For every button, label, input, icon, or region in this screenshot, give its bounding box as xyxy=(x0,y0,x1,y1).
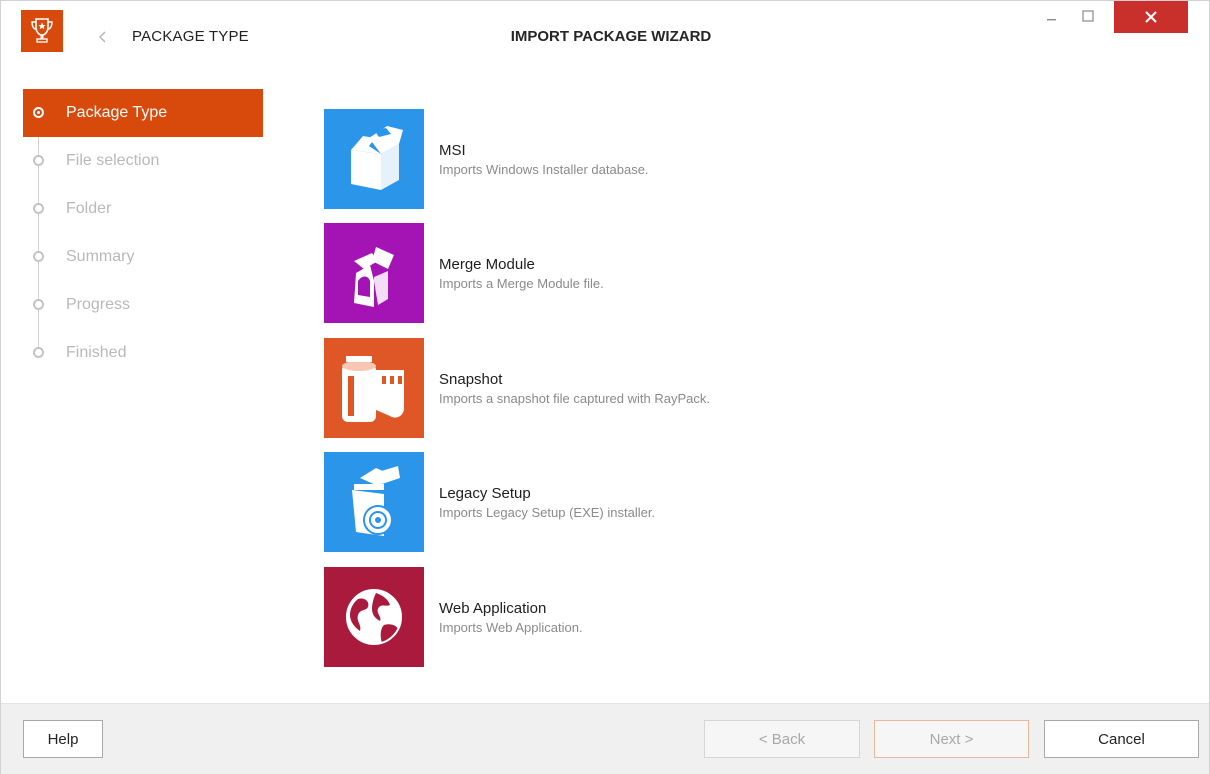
title-bar: PACKAGE TYPE IMPORT PACKAGE WIZARD xyxy=(1,1,1209,73)
step-pending-icon xyxy=(33,347,44,358)
film-roll-icon xyxy=(324,338,424,438)
step-finished: Finished xyxy=(23,329,263,377)
wizard-steps: Package Type File selection Folder Summa… xyxy=(23,89,263,377)
step-pending-icon xyxy=(33,299,44,310)
back-button[interactable]: < Back xyxy=(704,720,860,758)
step-label: Progress xyxy=(66,296,131,313)
package-type-description: Imports a snapshot file captured with Ra… xyxy=(439,391,710,406)
step-label: Finished xyxy=(66,344,127,361)
package-type-name: Merge Module xyxy=(439,256,535,273)
chevron-left-icon[interactable] xyxy=(97,29,109,45)
step-folder: Folder xyxy=(23,185,263,233)
step-pending-icon xyxy=(33,155,44,166)
minimize-button[interactable] xyxy=(1037,1,1067,31)
step-progress: Progress xyxy=(23,281,263,329)
step-summary: Summary xyxy=(23,233,263,281)
setup-disc-icon xyxy=(324,452,424,552)
step-label: File selection xyxy=(66,152,160,169)
package-type-name: MSI xyxy=(439,142,466,159)
minimize-icon xyxy=(1047,19,1056,21)
trophy-icon xyxy=(21,10,63,52)
import-package-wizard-window: PACKAGE TYPE IMPORT PACKAGE WIZARD Packa… xyxy=(0,0,1210,774)
package-type-legacy-setup[interactable]: Legacy Setup Imports Legacy Setup (EXE) … xyxy=(324,452,884,552)
step-pending-icon xyxy=(33,251,44,262)
page-heading: PACKAGE TYPE xyxy=(132,28,249,45)
package-type-name: Snapshot xyxy=(439,371,503,388)
step-file-selection: File selection xyxy=(23,137,263,185)
step-label: Summary xyxy=(66,248,135,265)
package-type-snapshot[interactable]: Snapshot Imports a snapshot file capture… xyxy=(324,338,884,438)
merge-module-icon xyxy=(324,223,424,323)
package-type-description: Imports Web Application. xyxy=(439,620,583,635)
step-active-icon xyxy=(33,107,44,118)
maximize-icon xyxy=(1082,10,1094,22)
footer-bar: Help < Back Next > Cancel xyxy=(1,703,1209,774)
step-label: Package Type xyxy=(66,104,168,121)
package-type-description: Imports Windows Installer database. xyxy=(439,162,649,177)
package-type-description: Imports a Merge Module file. xyxy=(439,276,604,291)
next-button[interactable]: Next > xyxy=(874,720,1029,758)
box-icon xyxy=(324,109,424,209)
package-type-web-application[interactable]: Web Application Imports Web Application. xyxy=(324,567,884,667)
step-label: Folder xyxy=(66,200,112,217)
globe-icon xyxy=(324,567,424,667)
package-type-name: Legacy Setup xyxy=(439,485,531,502)
cancel-button[interactable]: Cancel xyxy=(1044,720,1199,758)
package-type-description: Imports Legacy Setup (EXE) installer. xyxy=(439,505,656,520)
close-icon xyxy=(1145,11,1157,23)
close-button[interactable] xyxy=(1114,1,1188,33)
package-type-merge-module[interactable]: Merge Module Imports a Merge Module file… xyxy=(324,223,884,323)
package-type-msi[interactable]: MSI Imports Windows Installer database. xyxy=(324,109,884,209)
step-pending-icon xyxy=(33,203,44,214)
package-type-name: Web Application xyxy=(439,600,547,617)
step-package-type: Package Type xyxy=(23,89,263,137)
maximize-button[interactable] xyxy=(1073,1,1103,31)
help-button[interactable]: Help xyxy=(23,720,103,758)
